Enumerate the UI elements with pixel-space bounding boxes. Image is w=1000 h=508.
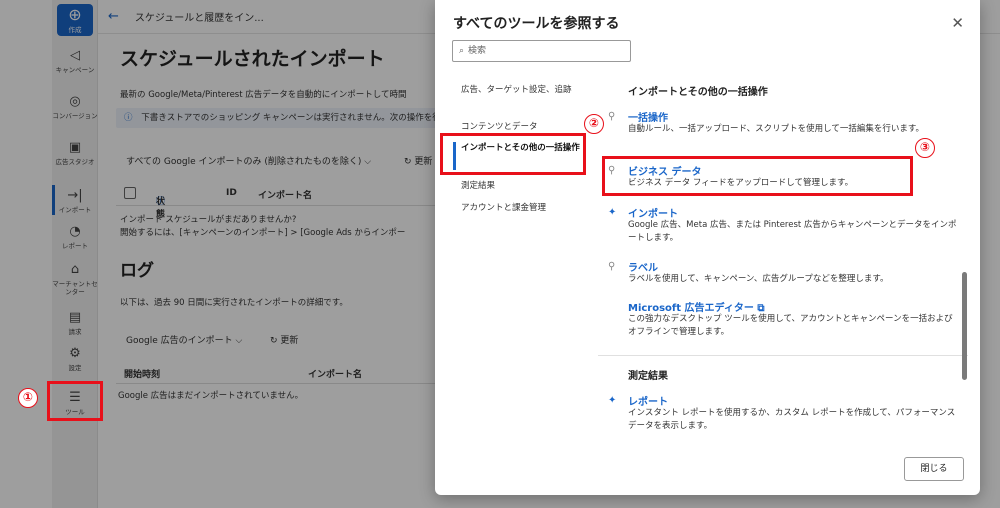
annotation-number-2: ② (584, 114, 604, 134)
pinned-icon[interactable]: ✦ (608, 207, 620, 218)
tool-name[interactable]: 一括操作 (628, 109, 668, 124)
section-divider (598, 355, 968, 356)
dialog-scrollbar[interactable] (962, 272, 967, 380)
annotation-box-3 (602, 156, 913, 196)
pin-icon[interactable]: ⚲ (608, 261, 620, 272)
close-button[interactable]: 閉じる (904, 457, 964, 481)
pin-icon[interactable]: ⚲ (608, 111, 620, 122)
annotation-box-1 (47, 381, 103, 421)
tools-dialog: すべてのツールを参照する ✕ ⌕ 検索 広告、ターゲット設定、追跡 コンテンツとデ… (435, 0, 980, 495)
section-title-measurement: 測定結果 (628, 371, 668, 382)
search-input[interactable]: ⌕ 検索 (452, 40, 631, 62)
tool-desc: Google 広告、Meta 広告、または Pinterest 広告からキャンペ… (628, 220, 957, 243)
section-title-import-bulk: インポートとその他の一括操作 (628, 87, 768, 98)
search-icon: ⌕ (459, 46, 465, 56)
tool-desc: ラベルを使用して、キャンペーン、広告グループなどを整理します。 (628, 274, 889, 284)
dialog-title: すべてのツールを参照する (453, 16, 620, 32)
nav-item-measurement[interactable]: 測定結果 (453, 180, 593, 193)
tool-name[interactable]: レポート (628, 393, 668, 408)
tool-name[interactable]: インポート (628, 205, 678, 220)
tool-name[interactable]: Microsoft 広告エディター ⧉ (628, 299, 764, 314)
annotation-number-1: ① (18, 388, 38, 408)
tool-desc: 自動ルール、一括アップロード、スクリプトを使用して一括編集を行います。 (628, 124, 925, 134)
close-icon[interactable]: ✕ (951, 14, 964, 32)
nav-item-account-billing[interactable]: アカウントと課金管理 (453, 202, 593, 215)
tools-content: インポートとその他の一括操作 ⚲ 一括操作 自動ルール、一括アップロード、スクリ… (598, 75, 968, 450)
tool-desc: この強力なデスクトップ ツールを使用して、アカウントとキャンペーンを一括およびオ… (628, 314, 953, 337)
tool-name[interactable]: ラベル (628, 259, 658, 274)
annotation-number-3: ③ (915, 138, 935, 158)
annotation-box-2 (440, 133, 586, 175)
pinned-icon[interactable]: ✦ (608, 395, 620, 406)
tool-desc: インスタント レポートを使用するか、カスタム レポートを作成して、パフォーマンス… (628, 408, 956, 431)
nav-item-ads-targeting[interactable]: 広告、ターゲット設定、追跡 (453, 84, 593, 97)
